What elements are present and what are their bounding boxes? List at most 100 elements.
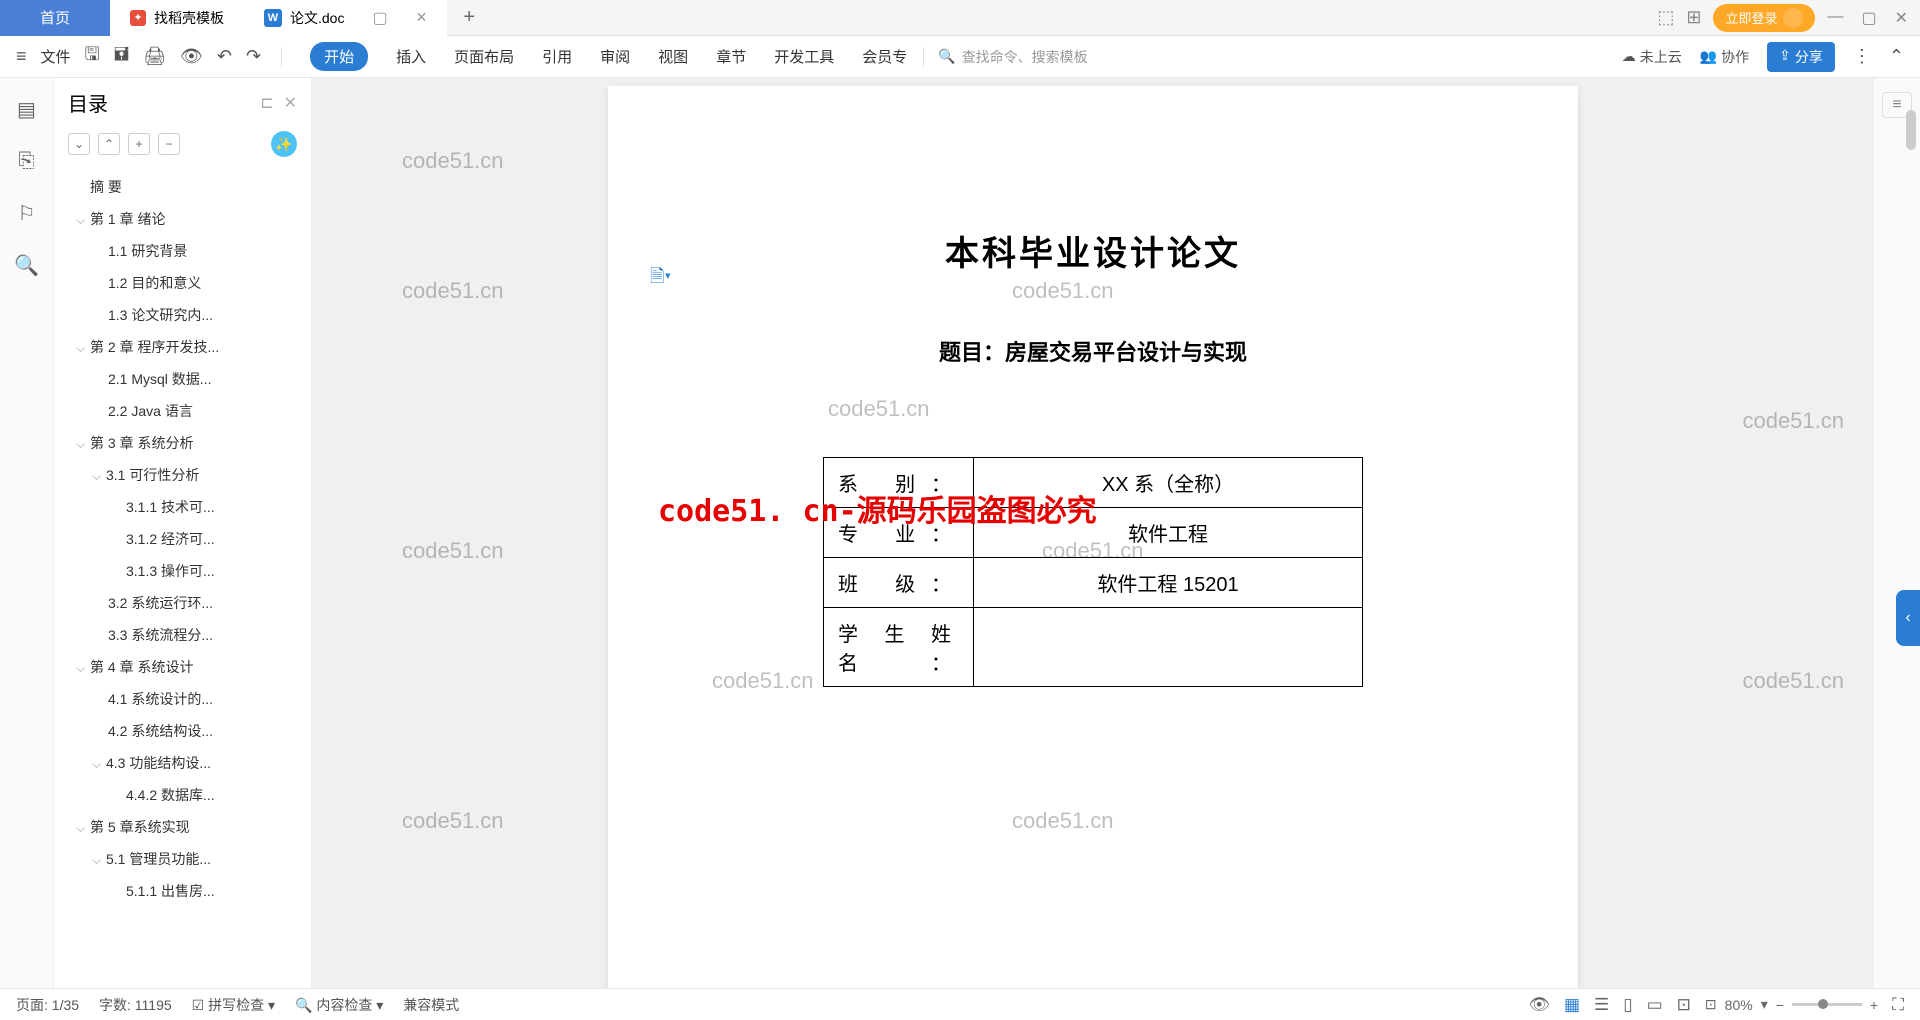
outline-item[interactable]: 3.1.3 操作可... — [68, 555, 311, 587]
pin-icon[interactable]: ⊏ — [260, 93, 273, 113]
save-icon[interactable]: 🖫 — [85, 42, 100, 72]
outline-item[interactable]: 4.1 系统设计的... — [68, 683, 311, 715]
outline-item[interactable]: 第 2 章 程序开发技... — [68, 331, 311, 363]
zoom-dropdown-icon[interactable]: ▾ — [1761, 996, 1768, 1013]
find-icon[interactable]: 🔍 — [14, 252, 40, 278]
maximize-icon[interactable]: ▢ — [1861, 8, 1876, 28]
outline-item[interactable]: 1.1 研究背景 — [68, 235, 311, 267]
add-level-icon[interactable]: + — [128, 133, 150, 155]
word-count[interactable]: 字数: 11195 — [99, 995, 172, 1015]
tab-document[interactable]: W 论文.doc ▢ ✕ — [244, 0, 447, 36]
eye-icon[interactable]: 👁 — [1528, 995, 1550, 1015]
menu-icon[interactable]: ≡ — [16, 46, 27, 67]
outline-item[interactable]: 第 1 章 绪论 — [68, 203, 311, 235]
outline-icon[interactable]: ▤ — [14, 96, 40, 122]
scrollbar-thumb[interactable] — [1906, 110, 1916, 150]
collab-button[interactable]: 👥协作 — [1700, 47, 1749, 67]
fullscreen-icon[interactable]: ⛶ — [1892, 995, 1904, 1015]
view-web-icon[interactable]: ▭ — [1647, 995, 1663, 1015]
print-icon[interactable]: 🖨 — [143, 46, 166, 67]
side-tab[interactable]: ‹ — [1896, 590, 1920, 646]
outline-item[interactable]: 4.2 系统结构设... — [68, 715, 311, 747]
apps-icon[interactable]: ⊞ — [1686, 7, 1701, 28]
scrollbar[interactable] — [1904, 0, 1918, 1020]
view-read-icon[interactable]: ▯ — [1623, 995, 1632, 1015]
outline-item[interactable]: 1.3 论文研究内... — [68, 299, 311, 331]
layout-icon[interactable]: ⬚ — [1657, 7, 1674, 28]
outline-item[interactable]: 5.1.1 出售房... — [68, 875, 311, 907]
outline-item[interactable]: 3.1.1 技术可... — [68, 491, 311, 523]
view-page-icon[interactable]: ▦ — [1564, 995, 1580, 1015]
ribbon-chapter[interactable]: 章节 — [716, 46, 746, 67]
comment-icon[interactable]: ⊡ — [1677, 995, 1691, 1015]
nav-icon[interactable]: ⎘ — [14, 148, 40, 174]
outline-item[interactable]: 4.4.2 数据库... — [68, 779, 311, 811]
page: 🗎▾ 本科毕业设计论文 code51. cn-源码乐园盗图必究 题目：房屋交易平… — [608, 86, 1578, 988]
command-search[interactable]: 🔍 查找命令、搜索模板 — [923, 47, 1087, 67]
content-check[interactable]: 🔍 内容检查 ▾ — [295, 995, 383, 1015]
ribbon-view[interactable]: 视图 — [658, 46, 688, 67]
cloud-status[interactable]: ☁未上云 — [1622, 47, 1682, 67]
outline-item[interactable]: 3.1 可行性分析 — [68, 459, 311, 491]
outline-list[interactable]: 摘 要第 1 章 绪论1.1 研究背景1.2 目的和意义1.3 论文研究内...… — [54, 167, 311, 988]
file-menu[interactable]: 文件 — [41, 46, 71, 67]
view-outline-icon[interactable]: ☰ — [1594, 995, 1609, 1015]
ribbon-devtools[interactable]: 开发工具 — [774, 46, 834, 67]
outline-item[interactable]: 第 3 章 系统分析 — [68, 427, 311, 459]
ribbon-review[interactable]: 审阅 — [600, 46, 630, 67]
document-canvas[interactable]: 🗎▾ 本科毕业设计论文 code51. cn-源码乐园盗图必究 题目：房屋交易平… — [312, 78, 1874, 988]
page-indicator[interactable]: 页面: 1/35 — [16, 995, 79, 1015]
zoom-control[interactable]: ⊡ 80% ▾ − + — [1705, 996, 1878, 1013]
outline-item[interactable]: 2.1 Mysql 数据... — [68, 363, 311, 395]
zoom-fit-icon[interactable]: ⊡ — [1705, 996, 1717, 1013]
screen-icon[interactable]: ▢ — [372, 8, 387, 28]
watermark: code51.cn — [828, 396, 930, 422]
outline-item[interactable]: 5.1 管理员功能... — [68, 843, 311, 875]
tab-add[interactable]: + — [447, 6, 491, 29]
ribbon-vip[interactable]: 会员专 — [862, 46, 907, 67]
tab-templates[interactable]: ✦ 找稻壳模板 — [110, 0, 244, 36]
ai-icon[interactable]: ✨ — [271, 131, 297, 157]
collapse-all-icon[interactable]: ⌄ — [68, 133, 90, 155]
ribbon-reference[interactable]: 引用 — [542, 46, 572, 67]
outline-item[interactable]: 3.2 系统运行环... — [68, 587, 311, 619]
collapse-icon[interactable]: ⌃ — [1889, 46, 1904, 67]
outline-item[interactable]: 3.1.2 经济可... — [68, 523, 311, 555]
ribbon-insert[interactable]: 插入 — [396, 46, 426, 67]
outline-item[interactable]: 2.2 Java 语言 — [68, 395, 311, 427]
zoom-slider[interactable] — [1792, 1003, 1862, 1006]
zoom-out-icon[interactable]: − — [1776, 997, 1784, 1013]
expand-all-icon[interactable]: ⌃ — [98, 133, 120, 155]
table-row: 班 级：软件工程 15201 — [824, 558, 1363, 608]
spellcheck-toggle[interactable]: ☑ 拼写检查 ▾ — [192, 995, 275, 1015]
outline-item[interactable]: 1.2 目的和意义 — [68, 267, 311, 299]
outline-panel: 目录 ⊏ ✕ ⌄ ⌃ + − ✨ 摘 要第 1 章 绪论1.1 研究背景1.2 … — [54, 78, 312, 988]
preview-icon[interactable]: 👁 — [180, 46, 203, 67]
bookmark-icon[interactable]: ⚐ — [14, 200, 40, 226]
share-button[interactable]: ⇪分享 — [1767, 42, 1835, 72]
watermark: code51.cn — [402, 538, 504, 564]
close-outline-icon[interactable]: ✕ — [284, 93, 297, 113]
outline-title: 目录 — [68, 88, 108, 117]
minimize-icon[interactable]: — — [1827, 8, 1843, 28]
watermark: code51.cn — [1742, 408, 1844, 434]
save-as-icon[interactable]: 🖬 — [114, 42, 129, 72]
outline-item[interactable]: 第 5 章系统实现 — [68, 811, 311, 843]
redo-icon[interactable]: ↷ — [246, 46, 261, 67]
outline-tools: ⌄ ⌃ + − ✨ — [54, 127, 311, 167]
login-button[interactable]: 立即登录 — [1713, 4, 1815, 32]
ribbon-layout[interactable]: 页面布局 — [454, 46, 514, 67]
outline-item[interactable]: 第 4 章 系统设计 — [68, 651, 311, 683]
tab-home[interactable]: 首页 — [0, 0, 110, 36]
toolbar-left: ≡ 文件 🖫 🖬 🖨 👁 ↶ ↷ — [16, 42, 288, 72]
outline-item[interactable]: 4.3 功能结构设... — [68, 747, 311, 779]
undo-icon[interactable]: ↶ — [217, 46, 232, 67]
remove-level-icon[interactable]: − — [158, 133, 180, 155]
close-icon[interactable]: ✕ — [416, 9, 428, 26]
watermark: code51.cn — [1742, 668, 1844, 694]
outline-item[interactable]: 3.3 系统流程分... — [68, 619, 311, 651]
ribbon-start[interactable]: 开始 — [310, 42, 368, 71]
outline-item[interactable]: 摘 要 — [68, 171, 311, 203]
zoom-in-icon[interactable]: + — [1870, 997, 1878, 1013]
more-icon[interactable]: ⋮ — [1853, 46, 1871, 67]
